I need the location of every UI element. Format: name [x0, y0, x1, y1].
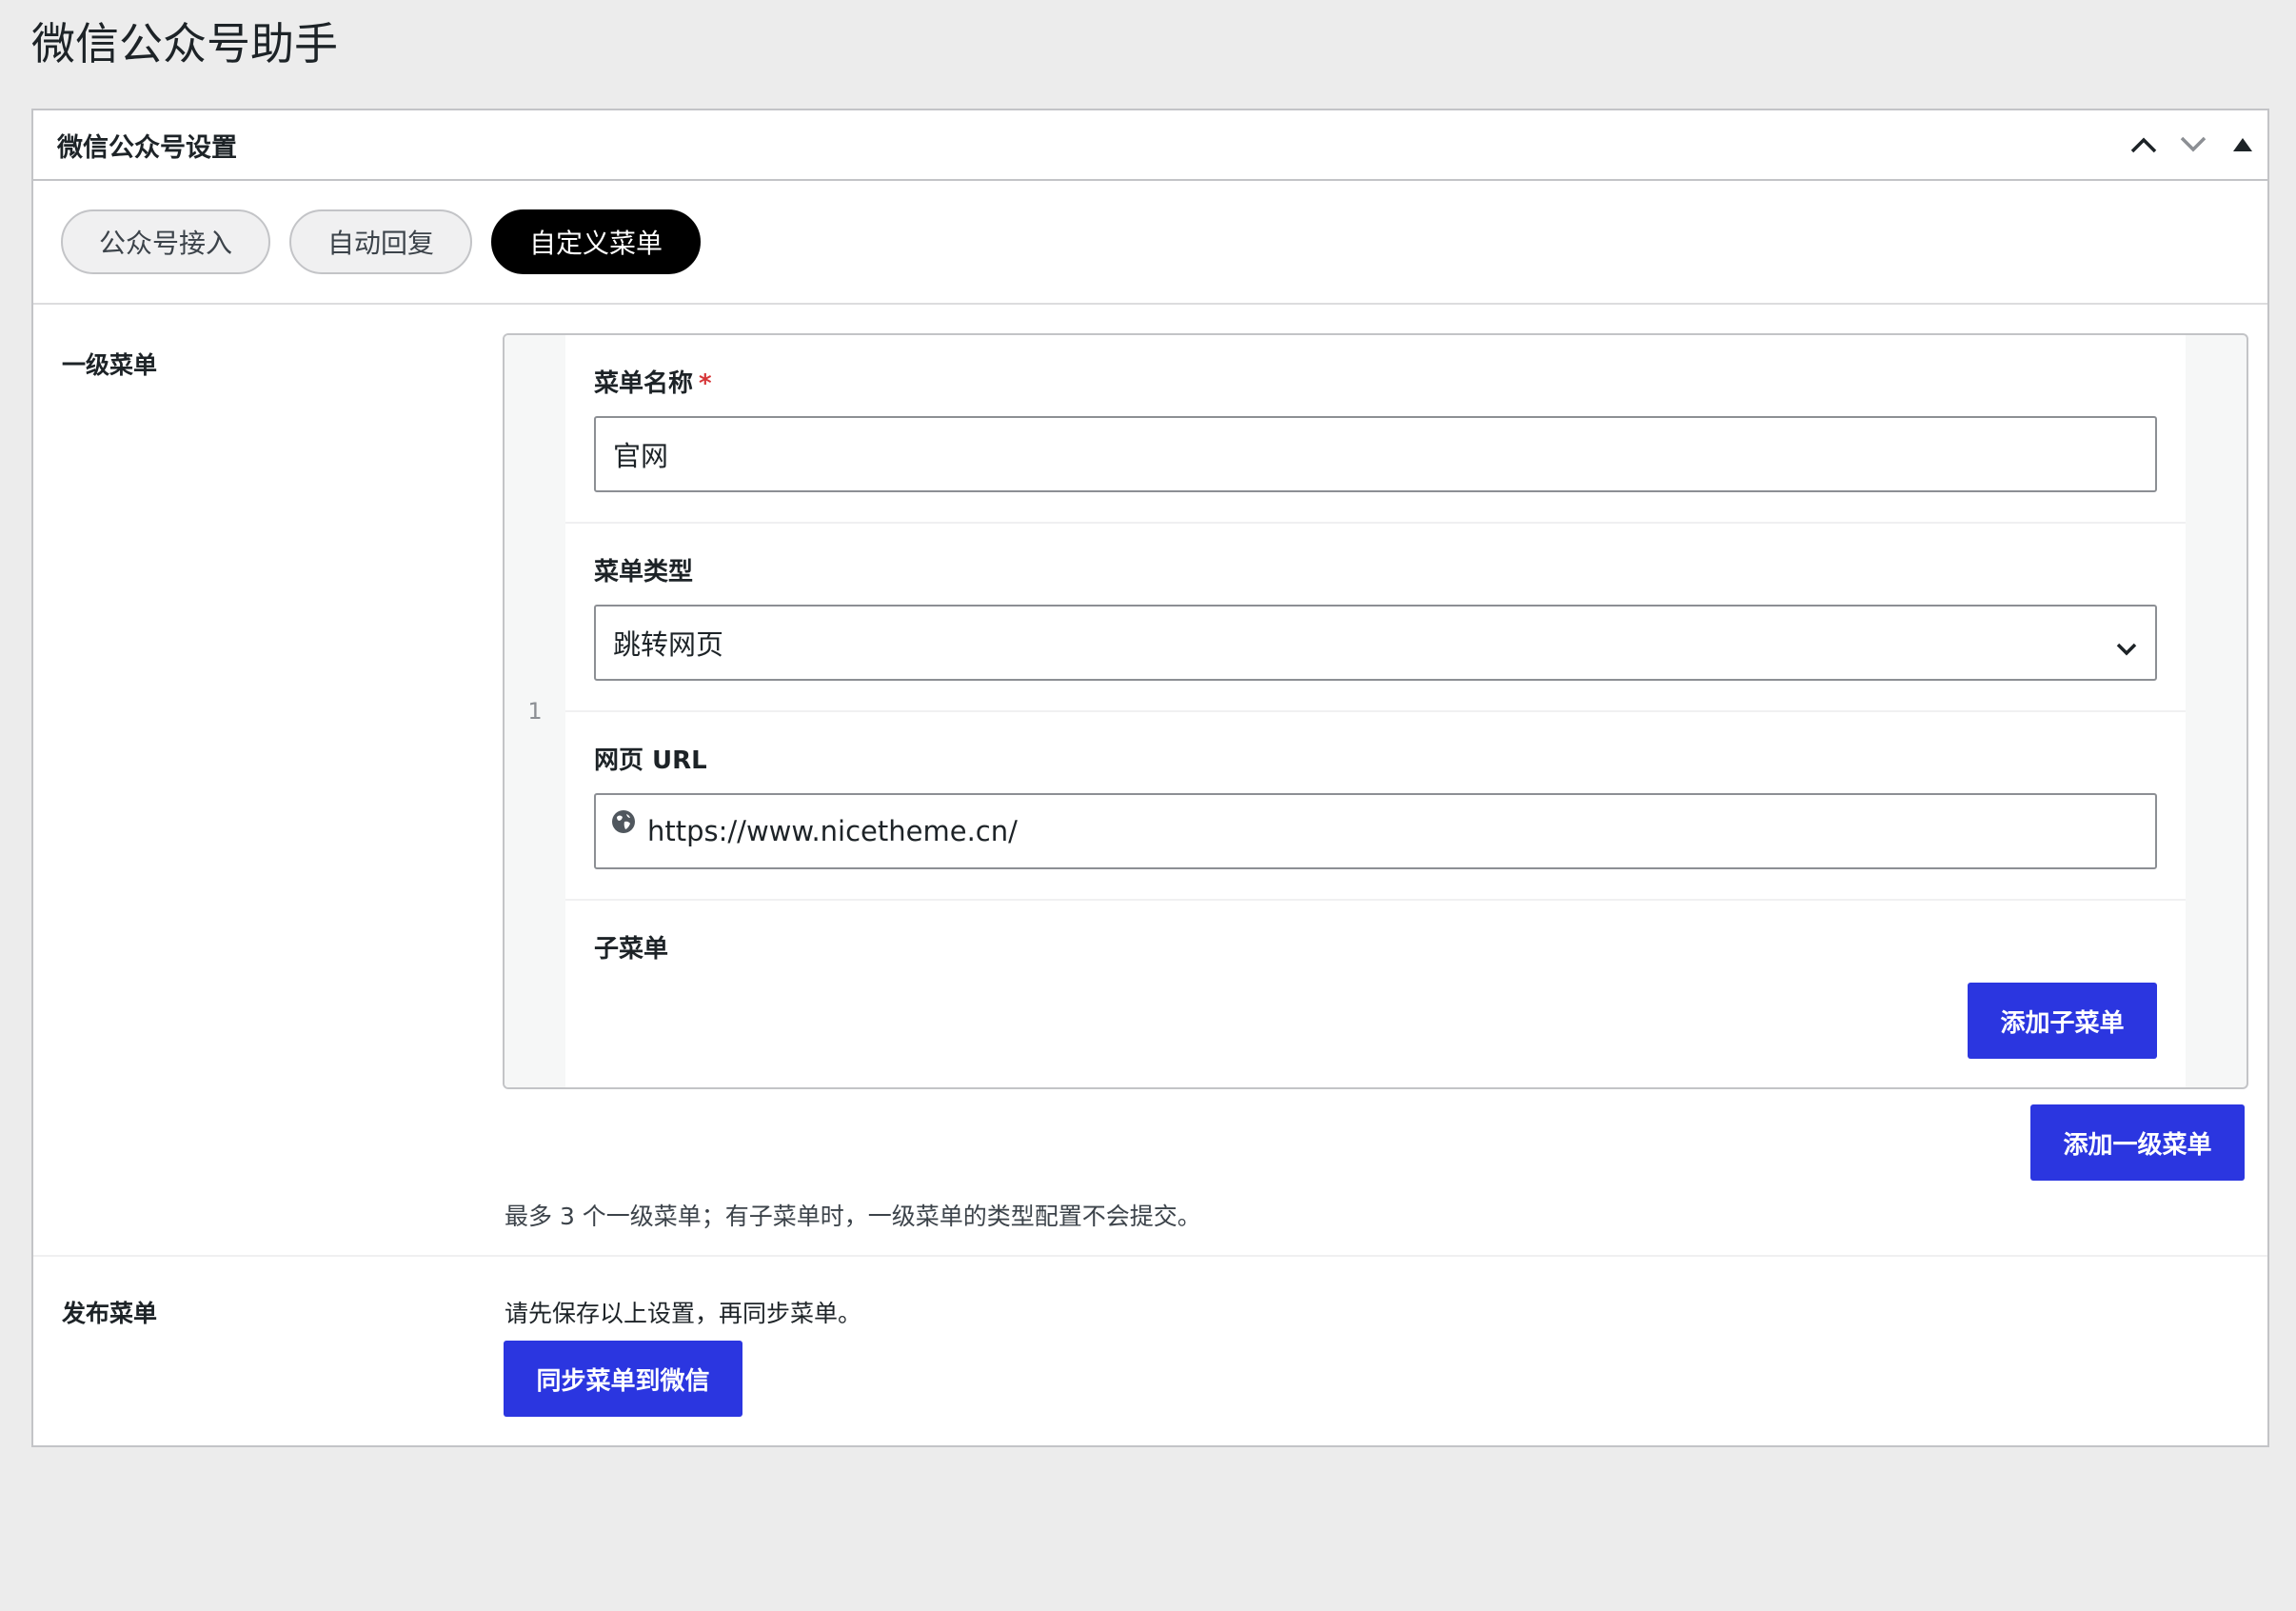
- publish-note: 请先保存以上设置，再同步菜单。: [505, 1300, 862, 1327]
- tab-custom-menu[interactable]: 自定义菜单: [491, 209, 702, 274]
- panel-header: 微信公众号设置: [33, 110, 2267, 181]
- tab-auto-reply[interactable]: 自动回复: [289, 209, 473, 274]
- menu-name-label: 菜单名称 *: [594, 364, 712, 399]
- primary-menu-row: 一级菜单 1 菜单名称 * 官网 菜单类型 跳转网页 网页 URL https:…: [33, 305, 2267, 1255]
- page-title: 微信公众号助手: [31, 18, 338, 70]
- menu-name-field: 菜单名称 * 官网: [565, 335, 2186, 524]
- sync-menu-button[interactable]: 同步菜单到微信: [504, 1341, 742, 1417]
- add-submenu-button[interactable]: 添加子菜单: [1968, 983, 2157, 1059]
- url-value: https://www.nicetheme.cn/: [647, 815, 1018, 847]
- panel-controls: [2119, 110, 2267, 179]
- menu-type-field: 菜单类型 跳转网页: [565, 524, 2186, 712]
- required-mark: *: [699, 369, 712, 398]
- menu-name-value: 官网: [613, 440, 669, 472]
- triangle-up-icon[interactable]: [2218, 120, 2267, 169]
- menu-item-index[interactable]: 1: [505, 335, 565, 1087]
- url-field: 网页 URL https://www.nicetheme.cn/: [565, 712, 2186, 901]
- url-input[interactable]: https://www.nicetheme.cn/: [594, 793, 2157, 869]
- add-primary-menu-button[interactable]: 添加一级菜单: [2030, 1104, 2245, 1181]
- submenu-label: 子菜单: [594, 935, 669, 964]
- submenu-field: 子菜单 添加子菜单: [565, 901, 2186, 1087]
- url-label: 网页 URL: [594, 746, 707, 775]
- chevron-down-icon[interactable]: [2168, 120, 2218, 169]
- menu-name-label-text: 菜单名称: [594, 369, 694, 398]
- publish-row: 发布菜单 请先保存以上设置，再同步菜单。 同步菜单到微信: [33, 1255, 2267, 1445]
- chevron-up-icon[interactable]: [2119, 120, 2168, 169]
- tab-bar: 公众号接入 自动回复 自定义菜单: [33, 181, 2267, 305]
- menu-name-input[interactable]: 官网: [594, 416, 2157, 492]
- menu-type-select[interactable]: 跳转网页: [594, 605, 2157, 681]
- tab-account-access[interactable]: 公众号接入: [61, 209, 271, 274]
- globe-icon: [611, 808, 636, 841]
- primary-menu-note: 最多 3 个一级菜单；有子菜单时，一级菜单的类型配置不会提交。: [505, 1203, 1201, 1230]
- primary-menu-label: 一级菜单: [62, 351, 158, 379]
- menu-type-value: 跳转网页: [613, 628, 724, 661]
- menu-item-card: 1 菜单名称 * 官网 菜单类型 跳转网页 网页 URL https://www…: [503, 333, 2248, 1089]
- menu-type-label: 菜单类型: [594, 558, 694, 587]
- menu-item-fields: 菜单名称 * 官网 菜单类型 跳转网页 网页 URL https://www.n…: [565, 335, 2186, 1087]
- chevron-down-icon: [2115, 631, 2138, 664]
- settings-panel: 微信公众号设置 公众号接入 自动回复 自定义菜单 一级菜单 1 菜单名称 * 官…: [31, 109, 2269, 1447]
- publish-label: 发布菜单: [62, 1300, 158, 1327]
- panel-title: 微信公众号设置: [57, 132, 237, 163]
